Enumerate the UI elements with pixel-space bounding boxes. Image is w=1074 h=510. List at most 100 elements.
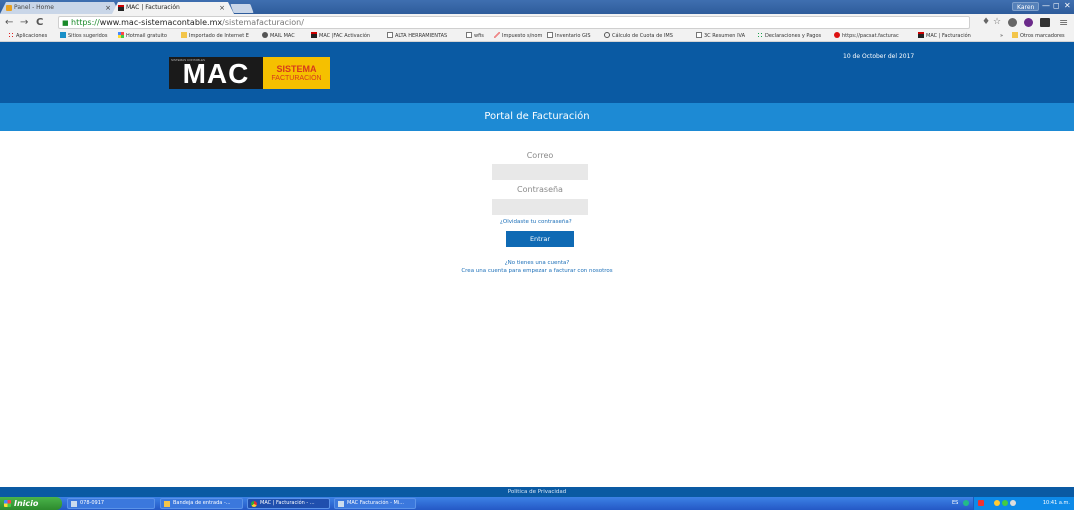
page-icon — [547, 32, 553, 38]
system-tray: 10:41 a.m. — [973, 497, 1074, 510]
start-label: Inicio — [14, 499, 39, 508]
header-date: 10 de October del 2017 — [843, 53, 915, 60]
password-label: Contraseña — [517, 185, 563, 194]
privacy-policy-link[interactable]: Politica de Privacidad — [0, 487, 1074, 497]
chrome-icon — [251, 501, 257, 507]
browser-toolbar: ← → C ■ https://www.mac-sistemacontable.… — [0, 14, 1074, 31]
lock-icon: ■ — [62, 19, 69, 27]
tray-update-icon[interactable] — [1002, 500, 1008, 506]
forward-arrow-icon[interactable]: → — [20, 16, 28, 29]
bookmark-mail-mac[interactable]: MAIL MAC — [262, 31, 295, 42]
bookmark-sitios-sugeridos[interactable]: Sitios sugeridos — [60, 31, 107, 42]
email-label: Correo — [526, 151, 554, 160]
language-indicator[interactable]: ES — [952, 497, 958, 510]
profile-button[interactable]: Karen — [1012, 2, 1040, 11]
tray-network-icon[interactable] — [994, 500, 1000, 506]
logo-line-1: SISTEMA — [276, 64, 317, 74]
start-button[interactable]: Inicio — [0, 497, 62, 510]
window-icon — [338, 501, 344, 507]
tray-volume-icon[interactable] — [1010, 500, 1016, 506]
site-footer: Politica de Privacidad — [0, 487, 1074, 497]
email-field[interactable] — [492, 164, 588, 180]
password-field[interactable] — [492, 199, 588, 215]
mac-favicon-icon — [118, 5, 124, 11]
apps-icon — [8, 32, 14, 38]
tray-security-icon[interactable] — [978, 500, 984, 506]
reload-icon[interactable]: C — [36, 16, 43, 29]
outlook-icon — [164, 501, 170, 507]
extension-y-icon[interactable] — [1024, 18, 1033, 27]
taskbar-item-facturacion[interactable]: MAC Facturación - Mi... — [334, 498, 416, 509]
bookmark-alta-herramientas[interactable]: ALTA HERRAMIENTAS — [387, 31, 447, 42]
bing-icon — [60, 32, 66, 38]
bookmark-wfis[interactable]: wfis — [466, 31, 484, 42]
sat-icon — [757, 32, 763, 38]
close-window-icon[interactable]: ✕ — [1064, 0, 1071, 12]
windows-logo-icon — [4, 500, 11, 507]
tab-mac-facturacion[interactable]: MAC | Facturación × — [112, 2, 234, 14]
mac-icon — [918, 32, 924, 38]
logo-line-2: FACTURACIÓN — [271, 75, 322, 82]
bookmark-3c-resumen[interactable]: 3C Resumen IVA — [696, 31, 745, 42]
menu-icon[interactable]: ≡ — [1059, 17, 1068, 28]
mac-icon — [311, 32, 317, 38]
back-arrow-icon[interactable]: ← — [5, 16, 13, 29]
key-icon[interactable]: ♦ — [982, 17, 990, 28]
tab-label: MAC | Facturación — [126, 4, 180, 11]
url-host: www.mac-sistemacontable.mx — [99, 18, 223, 27]
new-tab-button[interactable] — [230, 4, 254, 13]
bookmark-mac-facturacion[interactable]: MAC | Facturación — [918, 31, 971, 42]
info-icon — [604, 32, 610, 38]
title-bar: Portal de Facturación — [0, 103, 1074, 131]
no-account-text: ¿No tienes una cuenta? — [504, 260, 570, 266]
bookmark-mac-activacion[interactable]: MAC |FAC Activación — [311, 31, 370, 42]
extension-puzzle-icon[interactable] — [1040, 18, 1050, 27]
submit-button[interactable]: Entrar — [506, 231, 574, 247]
bookmarks-overflow-icon[interactable]: » — [1000, 31, 1003, 42]
bookmark-otros-marcadores[interactable]: Otros marcadores — [1012, 31, 1065, 42]
page-title: Portal de Facturación — [484, 111, 590, 122]
bookmark-calculo-cuota[interactable]: Cálculo de Cuota de IMS — [604, 31, 673, 42]
browser-tab-strip: Panel - Home × MAC | Facturación × Karen… — [0, 0, 1074, 14]
site-header: SISTEMAS CONTABLES MAC SISTEMA FACTURACI… — [0, 42, 1074, 103]
logo-tagline: SISTEMAS CONTABLES — [171, 58, 205, 62]
address-bar[interactable]: ■ https://www.mac-sistemacontable.mx/sis… — [58, 16, 970, 29]
tab-panel-home[interactable]: Panel - Home × — [0, 2, 120, 14]
pencil-icon — [494, 32, 500, 38]
url-scheme: https:// — [71, 18, 100, 27]
minimize-icon[interactable]: — — [1042, 0, 1050, 12]
forgot-password-link[interactable]: ¿Olvidaste tu contraseña? — [500, 219, 572, 225]
logo-mac-block: SISTEMAS CONTABLES MAC — [169, 57, 263, 89]
close-tab-icon[interactable]: × — [219, 2, 225, 14]
taskbar-item-explorer[interactable]: 078-0917 — [67, 498, 155, 509]
bookmark-declaraciones[interactable]: Declaraciones y Pagos — [757, 31, 821, 42]
bookmark-hotmail[interactable]: Hotmail gratuito — [118, 31, 167, 42]
windows-taskbar: Inicio 078-0917 Bandeja de entrada -... … — [0, 497, 1074, 510]
bookmark-apps[interactable]: Aplicaciones — [8, 31, 47, 42]
mac-logo[interactable]: SISTEMAS CONTABLES MAC SISTEMA FACTURACI… — [169, 57, 330, 89]
taskbar-item-chrome[interactable]: MAC | Facturación - ... — [247, 498, 330, 509]
signup-link[interactable]: Crea una cuenta para empezar a facturar … — [0, 268, 1074, 274]
url-path: /sistemafacturacion/ — [222, 18, 304, 27]
window-icon — [71, 501, 77, 507]
folder-icon — [1012, 32, 1018, 38]
bookmark-impuesto[interactable]: Impuesto s/nom — [494, 31, 542, 42]
windows-icon — [118, 32, 124, 38]
tray-app-icon[interactable] — [963, 500, 969, 506]
bookmark-inventario-gis[interactable]: Inventario GIS — [547, 31, 591, 42]
clock[interactable]: 10:41 a.m. — [1043, 497, 1070, 510]
bookmark-pacsat[interactable]: https://pacsat.facturac — [834, 31, 899, 42]
mail-icon — [262, 32, 268, 38]
page-icon — [466, 32, 472, 38]
close-tab-icon[interactable]: × — [105, 2, 111, 14]
folder-icon — [181, 32, 187, 38]
extension-circle-icon[interactable] — [1008, 18, 1017, 27]
bookmark-importado[interactable]: Importado de Internet E — [181, 31, 249, 42]
taskbar-item-outlook[interactable]: Bandeja de entrada -... — [160, 498, 243, 509]
logo-mac-text: MAC — [182, 58, 250, 89]
red-dot-icon — [834, 32, 840, 38]
bookmark-star-icon[interactable]: ☆ — [993, 17, 1001, 28]
logo-sistema-block: SISTEMA FACTURACIÓN — [263, 57, 330, 89]
bookmarks-bar: Aplicaciones Sitios sugeridos Hotmail gr… — [0, 31, 1074, 42]
maximize-icon[interactable]: ◻ — [1053, 0, 1060, 12]
